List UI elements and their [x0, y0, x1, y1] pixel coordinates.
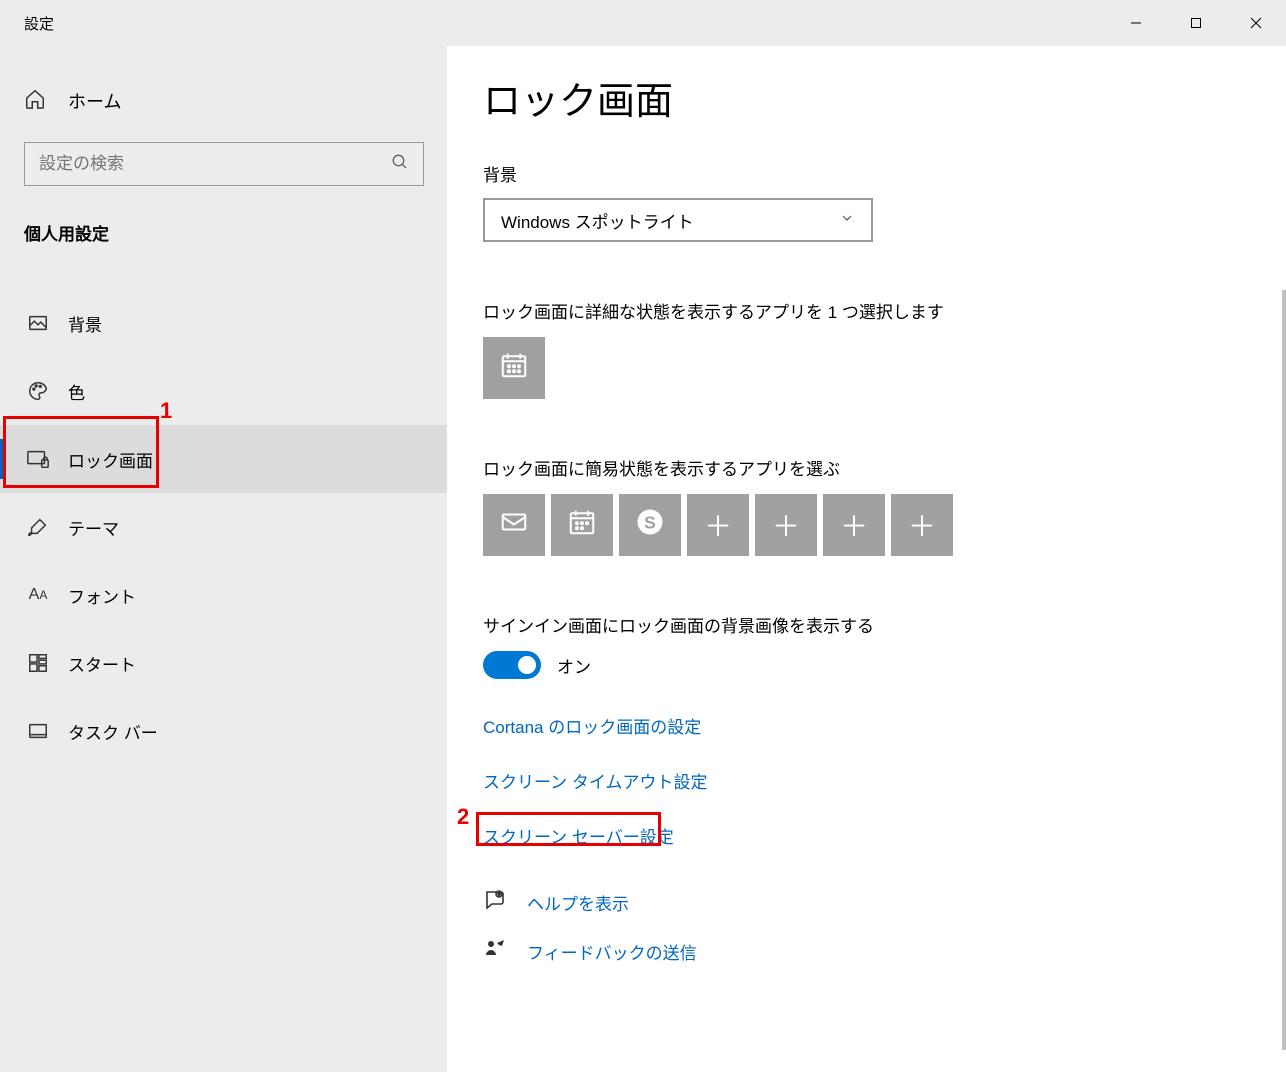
signin-bg-toggle[interactable] [483, 651, 541, 679]
search-box[interactable] [24, 142, 424, 186]
plus-icon: ＋ [704, 505, 732, 545]
sidebar-item-label: 色 [68, 379, 85, 404]
palette-icon [24, 380, 52, 402]
link-cortana-lockscreen[interactable]: Cortana のロック画面の設定 [483, 713, 701, 738]
link-show-help[interactable]: ヘルプを表示 [527, 890, 629, 915]
background-label: 背景 [483, 161, 1262, 186]
svg-text:S: S [644, 512, 656, 532]
background-dropdown-value: Windows スポットライト [501, 208, 694, 233]
quick-app-tile-add[interactable]: ＋ [687, 494, 749, 556]
window-controls [1106, 0, 1286, 46]
sidebar-nav: 背景 色 ロック画面 テーマ AA [0, 289, 447, 765]
scrollbar[interactable] [1282, 290, 1286, 1050]
maximize-button[interactable] [1166, 0, 1226, 46]
taskbar-icon [24, 720, 52, 742]
quick-app-tile-calendar[interactable] [551, 494, 613, 556]
feedback-icon [483, 937, 513, 966]
help-bubble-icon: ? [483, 888, 513, 917]
calendar-icon [499, 350, 529, 387]
sidebar-item-start[interactable]: スタート [0, 629, 447, 697]
skype-icon: S [635, 507, 665, 544]
sidebar-item-colors[interactable]: 色 [0, 357, 447, 425]
link-screen-timeout[interactable]: スクリーン タイムアウト設定 [483, 768, 708, 793]
signin-bg-label: サインイン画面にロック画面の背景画像を表示する [483, 612, 1262, 637]
plus-icon: ＋ [772, 505, 800, 545]
sidebar-item-label: ロック画面 [68, 447, 153, 472]
sidebar-home[interactable]: ホーム [0, 76, 447, 126]
sidebar-item-background[interactable]: 背景 [0, 289, 447, 357]
chevron-down-icon [839, 210, 855, 231]
sidebar-item-label: タスク バー [68, 719, 158, 744]
quick-app-tile-add[interactable]: ＋ [891, 494, 953, 556]
detailed-status-label: ロック画面に詳細な状態を表示するアプリを 1 つ選択します [483, 298, 1262, 323]
lockscreen-icon [24, 448, 52, 470]
quick-app-tile-skype[interactable]: S [619, 494, 681, 556]
brush-icon [24, 516, 52, 538]
minimize-button[interactable] [1106, 0, 1166, 46]
sidebar-item-themes[interactable]: テーマ [0, 493, 447, 561]
start-grid-icon [24, 652, 52, 674]
plus-icon: ＋ [840, 505, 868, 545]
sidebar-item-lockscreen[interactable]: ロック画面 [0, 425, 447, 493]
quick-app-tile-mail[interactable] [483, 494, 545, 556]
quick-app-tile-add[interactable]: ＋ [755, 494, 817, 556]
svg-text:?: ? [498, 893, 501, 899]
home-icon [24, 88, 52, 115]
titlebar: 設定 [0, 0, 1286, 46]
main-content: ロック画面 背景 Windows スポットライト ロック画面に詳細な状態を表示す… [447, 46, 1286, 1072]
search-icon [391, 153, 409, 176]
detailed-status-app-tile[interactable] [483, 337, 545, 399]
plus-icon: ＋ [908, 505, 936, 545]
sidebar: ホーム 個人用設定 背景 色 [0, 46, 447, 1072]
window-title: 設定 [0, 13, 54, 34]
link-screensaver-settings[interactable]: スクリーン セーバー設定 [483, 823, 674, 848]
background-dropdown[interactable]: Windows スポットライト [483, 198, 873, 242]
mail-icon [499, 507, 529, 544]
sidebar-item-fonts[interactable]: AA フォント [0, 561, 447, 629]
link-send-feedback[interactable]: フィードバックの送信 [527, 939, 697, 964]
annotation-number-2: 2 [457, 804, 469, 830]
picture-icon [24, 312, 52, 334]
close-button[interactable] [1226, 0, 1286, 46]
signin-bg-toggle-state: オン [557, 653, 591, 678]
sidebar-item-label: 背景 [68, 311, 102, 336]
sidebar-section-header: 個人用設定 [0, 220, 447, 245]
calendar-icon [567, 507, 597, 544]
quick-app-tile-add[interactable]: ＋ [823, 494, 885, 556]
sidebar-item-taskbar[interactable]: タスク バー [0, 697, 447, 765]
font-icon: AA [24, 586, 52, 604]
search-input[interactable] [39, 154, 379, 174]
page-title: ロック画面 [483, 70, 1262, 125]
sidebar-item-label: フォント [68, 583, 136, 608]
sidebar-item-label: テーマ [68, 515, 119, 540]
quick-status-label: ロック画面に簡易状態を表示するアプリを選ぶ [483, 455, 1262, 480]
sidebar-item-label: スタート [68, 651, 136, 676]
sidebar-home-label: ホーム [68, 88, 121, 114]
